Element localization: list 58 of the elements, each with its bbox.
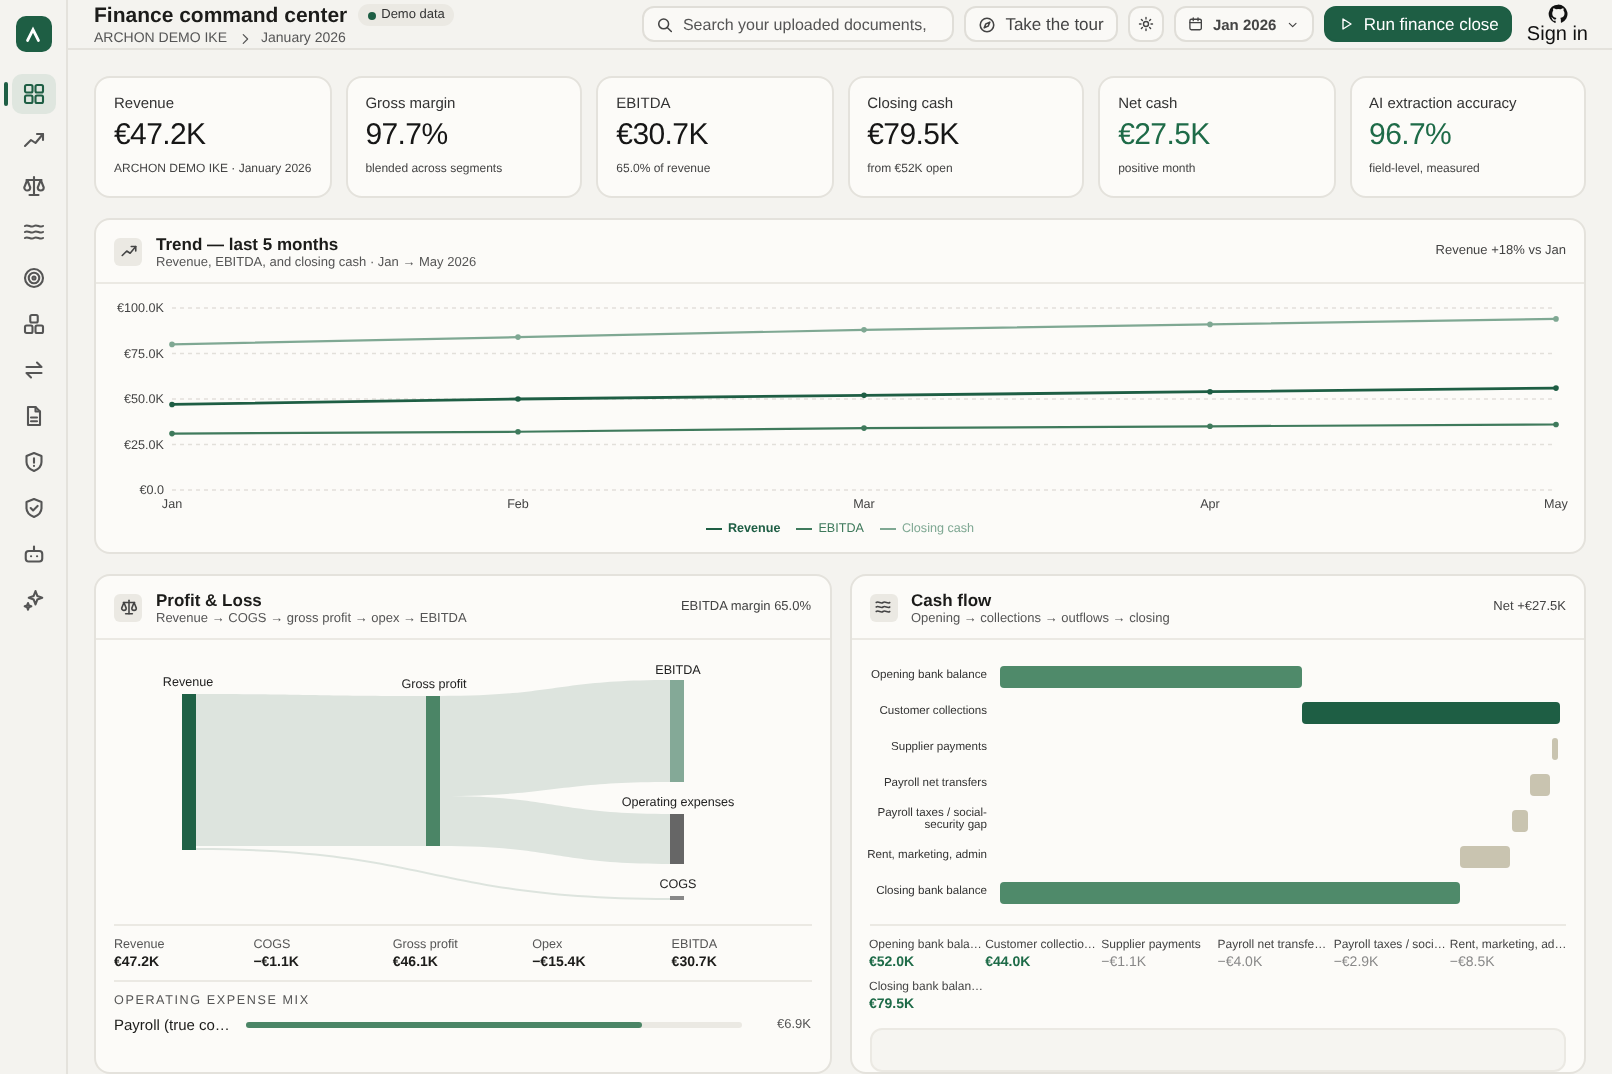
document-icon <box>21 404 45 428</box>
waterfall-bar <box>1511 809 1528 831</box>
trend-icon <box>21 128 45 152</box>
page-title: Finance command center <box>94 3 348 27</box>
data-point <box>1553 385 1559 391</box>
search-field[interactable]: Search your uploaded documents, <box>641 6 954 42</box>
data-point <box>1207 388 1213 395</box>
sun-icon <box>1137 14 1154 34</box>
kpi-value: €47.2K <box>114 118 206 152</box>
data-point <box>1207 321 1213 328</box>
waterfall-bar <box>1460 845 1511 867</box>
kpi-value: €79.5K <box>867 118 959 152</box>
data-point <box>169 430 175 437</box>
data-point <box>861 327 867 333</box>
data-point <box>169 401 175 408</box>
kpi-value: 96.7% <box>1369 118 1452 152</box>
target-icon <box>21 266 45 290</box>
play-icon <box>1337 16 1354 32</box>
chevron-right-icon <box>237 31 252 45</box>
data-point <box>1207 423 1213 430</box>
card-title: Profit & Loss <box>156 589 264 609</box>
card-title: Cash flow <box>911 589 994 609</box>
shield-check-icon <box>21 496 45 520</box>
cubes-icon <box>21 312 45 336</box>
robot-icon <box>21 542 45 566</box>
kpi-value: 97.7% <box>365 118 448 152</box>
app-logo[interactable] <box>15 16 51 52</box>
data-point <box>169 341 175 348</box>
cat-silhouette-icon <box>1547 3 1568 23</box>
data-point <box>861 425 867 431</box>
data-point <box>861 392 867 399</box>
data-point <box>515 428 521 435</box>
data-point <box>515 396 521 402</box>
scales-icon <box>21 174 45 198</box>
waves-icon <box>874 598 892 616</box>
search-icon <box>655 15 673 33</box>
waterfall-bar <box>1529 773 1551 795</box>
sparkles-icon <box>21 588 45 612</box>
kpi-value: €30.7K <box>616 118 708 152</box>
tour-button[interactable]: Take the tour <box>963 6 1118 42</box>
swap-arrows-icon <box>21 358 45 382</box>
sign-in-button[interactable]: Sign in <box>1526 3 1588 45</box>
scales-icon <box>119 598 137 616</box>
data-point <box>1553 316 1559 322</box>
waves-icon <box>21 220 45 244</box>
trend-icon <box>119 242 137 260</box>
theme-toggle-button[interactable] <box>1127 6 1164 42</box>
calendar-icon <box>1187 16 1203 32</box>
data-point <box>515 334 521 340</box>
grid-icon <box>21 82 45 106</box>
run-close-button[interactable]: Run finance close <box>1323 6 1513 42</box>
shield-alert-icon <box>21 450 45 474</box>
compass-icon <box>977 15 996 33</box>
waterfall-bar <box>1552 737 1559 759</box>
kpi-value: €27.5K <box>1118 118 1210 152</box>
card-title: Trend — last 5 months <box>156 233 341 253</box>
data-point <box>1553 421 1559 428</box>
chevron-down-icon <box>1286 17 1300 31</box>
